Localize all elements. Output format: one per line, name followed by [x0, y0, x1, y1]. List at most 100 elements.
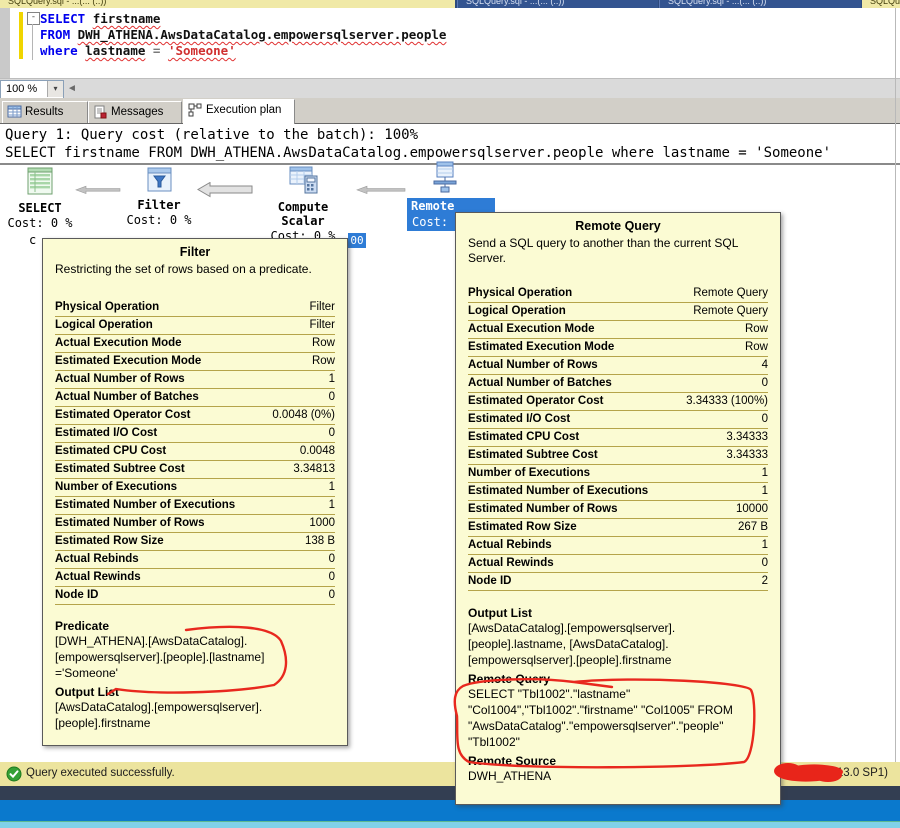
code-fold-toggle[interactable]: - — [27, 12, 40, 25]
property-row: Estimated Operator Cost 3.34333 (100%) — [468, 393, 768, 411]
chevron-down-icon[interactable]: ▾ — [47, 81, 63, 97]
property-value: 1 — [329, 481, 335, 493]
property-value: Row — [745, 323, 768, 335]
document-tab[interactable]: SQLQuery.sql - ...(... (..)) — [0, 0, 455, 8]
document-tab[interactable]: SQLQu... — [862, 0, 900, 8]
property-label: Actual Rebinds — [55, 553, 139, 565]
ssms-window: SQLQuery.sql - ...(... (..)) SQLQuery.sq… — [0, 0, 900, 828]
property-label: Logical Operation — [55, 319, 153, 331]
property-value: Row — [312, 337, 335, 349]
property-label: Logical Operation — [468, 305, 566, 317]
property-row: Estimated Subtree Cost 3.34813 — [55, 461, 335, 479]
section-text: [AwsDataCatalog].[empowersqlserver]. [pe… — [55, 699, 335, 731]
section-label: Remote Query — [468, 672, 768, 686]
property-row: Physical OperationFilter — [55, 299, 335, 317]
plan-node-select[interactable]: SELECT Cost: 0 % — [0, 166, 90, 230]
plan-node-filter[interactable]: Filter Cost: 0 % — [109, 166, 209, 227]
tooltip-property-table: Physical OperationFilter Logical Operatio… — [55, 299, 335, 605]
document-tab[interactable]: SQLQuery.sql - ...(... (..)) — [457, 0, 658, 8]
sql-editor[interactable]: - SELECT firstnameFROM DWH_ATHENA.AwsDat… — [10, 8, 893, 78]
tooltip-description: Send a SQL query to another than the cur… — [468, 236, 768, 266]
property-label: Actual Execution Mode — [468, 323, 595, 335]
property-value: 1 — [762, 539, 768, 551]
property-value: 0 — [762, 557, 768, 569]
property-value: 1 — [329, 373, 335, 385]
property-row: Estimated Number of Executions 1 — [468, 483, 768, 501]
property-value: 1000 — [309, 517, 335, 529]
section-label: Remote Source — [468, 754, 768, 768]
property-row: Estimated Subtree Cost 3.34333 — [468, 447, 768, 465]
property-value: 0 — [329, 589, 335, 601]
section-label: Output List — [468, 606, 768, 620]
code-line: where lastname = 'Someone' — [40, 43, 446, 59]
property-label: Estimated Number of Executions — [468, 485, 648, 497]
tab-messages[interactable]: Messages — [88, 101, 182, 123]
property-value: 3.34333 (100%) — [686, 395, 768, 407]
property-label: Actual Rewinds — [55, 571, 141, 583]
property-label: Actual Execution Mode — [55, 337, 182, 349]
covered-cost-fragment: 00 — [348, 233, 366, 248]
zoom-level-value: 100 % — [6, 83, 37, 95]
covered-char-fragment: c — [29, 233, 36, 247]
property-value: 3.34813 — [293, 463, 335, 475]
property-value: 3.34333 — [726, 449, 768, 461]
property-row: Number of Executions1 — [468, 465, 768, 483]
property-row: Actual Execution Mode Row — [468, 321, 768, 339]
property-row: Physical OperationRemote Query — [468, 285, 768, 303]
property-row: Actual Rebinds1 — [468, 537, 768, 555]
status-message: Query executed successfully. — [26, 767, 175, 779]
remote-query-icon — [431, 160, 459, 195]
scroll-left-arrow-icon[interactable]: ◄ — [67, 83, 77, 94]
property-value: Filter — [309, 301, 335, 313]
property-row: Estimated Operator Cost0.0048 (0%) — [55, 407, 335, 425]
property-value: 4 — [762, 359, 768, 371]
section-label: Predicate — [55, 619, 335, 633]
property-row: Estimated Number of Rows 1000 — [55, 515, 335, 533]
property-row: Estimated I/O Cost0 — [468, 411, 768, 429]
change-tracking-bar — [19, 12, 23, 59]
property-row: Estimated Row Size267 B — [468, 519, 768, 537]
property-label: Physical Operation — [468, 287, 572, 299]
code-line: FROM DWH_ATHENA.AwsDataCatalog.empowersq… — [40, 27, 446, 43]
property-row: Estimated I/O Cost0 — [55, 425, 335, 443]
property-row: Estimated Execution ModeRow — [468, 339, 768, 357]
property-label: Estimated Subtree Cost — [55, 463, 185, 475]
property-row: Number of Executions1 — [55, 479, 335, 497]
zoom-level-combo[interactable]: 100 % ▾ — [0, 80, 64, 100]
property-label: Actual Rewinds — [468, 557, 554, 569]
property-label: Actual Number of Rows — [55, 373, 185, 385]
document-tab[interactable]: SQLQuery.sql - ...(... (..)) — [659, 0, 861, 8]
section-text: SELECT "Tbl1002"."lastname" "Col1004","T… — [468, 686, 768, 750]
execution-plan-icon — [188, 103, 202, 117]
editor-gutter — [0, 8, 10, 78]
property-value: 10000 — [736, 503, 768, 515]
section-label: Output List — [55, 685, 335, 699]
section-text: DWH_ATHENA — [468, 768, 768, 784]
property-label: Estimated Execution Mode — [468, 341, 614, 353]
property-label: Estimated Number of Rows — [468, 503, 618, 515]
tab-execution-plan[interactable]: Execution plan — [183, 99, 295, 124]
property-label: Estimated CPU Cost — [468, 431, 579, 443]
property-row: Actual Number of Rows 1 — [55, 371, 335, 389]
property-label: Actual Number of Batches — [468, 377, 612, 389]
property-row: Estimated Number of Rows 10000 — [468, 501, 768, 519]
property-label: Estimated Execution Mode — [55, 355, 201, 367]
property-row: Actual Number of Batches0 — [468, 375, 768, 393]
property-label: Estimated Subtree Cost — [468, 449, 598, 461]
property-value: 0 — [762, 413, 768, 425]
server-version: (13.0 SP1) — [833, 767, 888, 779]
tooltip-description: Restricting the set of rows based on a p… — [55, 262, 335, 277]
messages-icon — [93, 105, 107, 119]
property-value: 3.34333 — [726, 431, 768, 443]
tab-results[interactable]: Results — [2, 101, 88, 123]
plan-node-compute-scalar[interactable]: Compute Scalar Cost: 0 % — [253, 164, 353, 243]
select-result-icon — [25, 166, 55, 196]
property-row: Node ID2 — [468, 573, 768, 591]
property-value: 0.0048 (0%) — [272, 409, 335, 421]
property-value: 1 — [762, 467, 768, 479]
property-label: Estimated Number of Rows — [55, 517, 205, 529]
property-value: 1 — [762, 485, 768, 497]
property-label: Estimated Row Size — [468, 521, 577, 533]
property-label: Estimated Operator Cost — [468, 395, 603, 407]
property-value: Remote Query — [693, 305, 768, 317]
